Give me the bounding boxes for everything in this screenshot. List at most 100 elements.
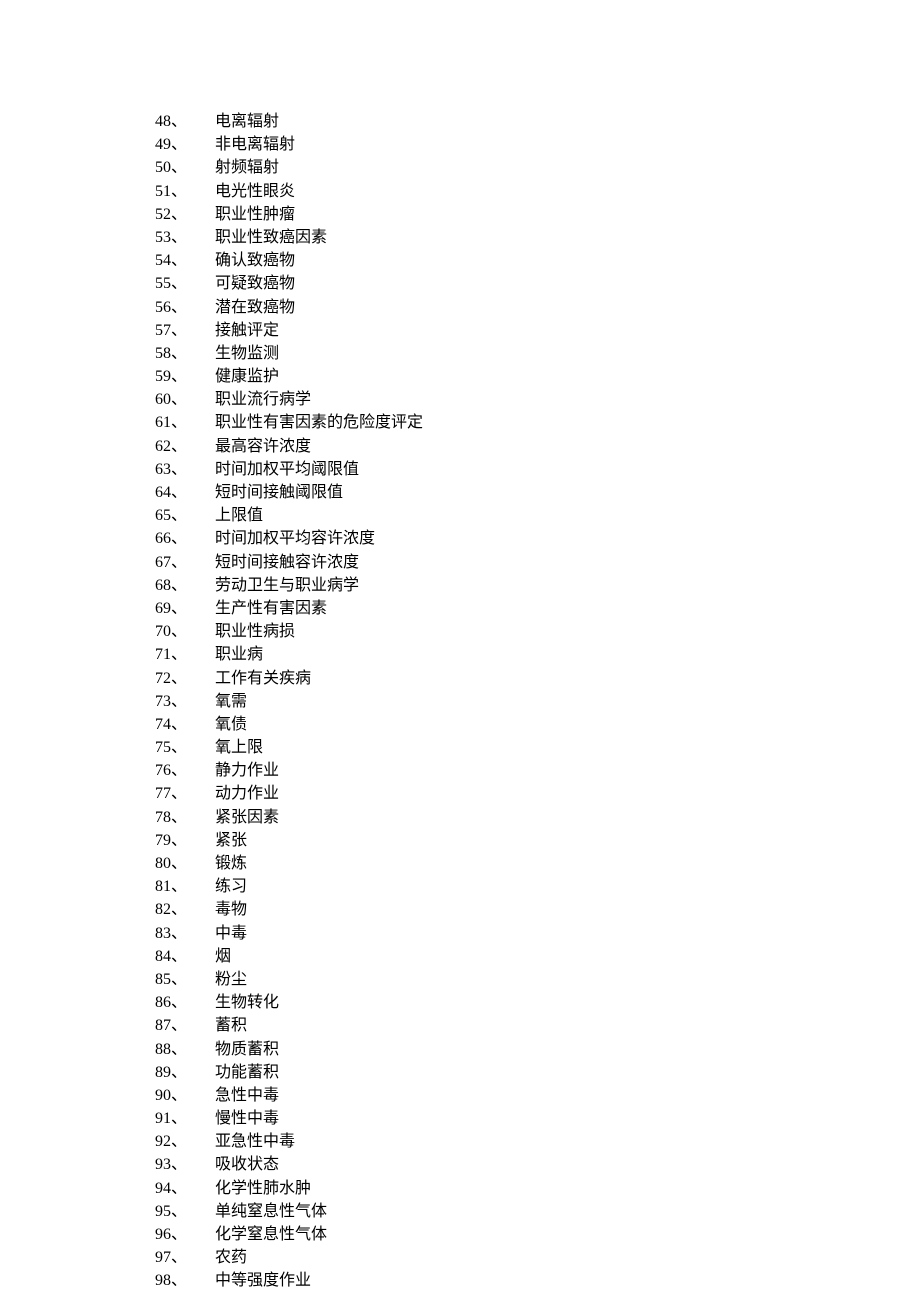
item-number: 89、 xyxy=(155,1061,215,1084)
item-term: 氧上限 xyxy=(215,736,263,759)
list-item: 90、急性中毒 xyxy=(155,1084,920,1107)
item-number: 86、 xyxy=(155,991,215,1014)
item-term: 蓄积 xyxy=(215,1014,247,1037)
list-item: 96、化学窒息性气体 xyxy=(155,1223,920,1246)
item-term: 练习 xyxy=(215,875,247,898)
list-item: 54、确认致癌物 xyxy=(155,249,920,272)
list-item: 88、物质蓄积 xyxy=(155,1038,920,1061)
item-term: 粉尘 xyxy=(215,968,247,991)
item-number: 50、 xyxy=(155,156,215,179)
item-number: 97、 xyxy=(155,1246,215,1269)
list-item: 70、职业性病损 xyxy=(155,620,920,643)
item-term: 紧张因素 xyxy=(215,806,279,829)
item-number: 91、 xyxy=(155,1107,215,1130)
list-item: 49、非电离辐射 xyxy=(155,133,920,156)
item-number: 53、 xyxy=(155,226,215,249)
item-number: 85、 xyxy=(155,968,215,991)
item-term: 潜在致癌物 xyxy=(215,296,295,319)
item-number: 81、 xyxy=(155,875,215,898)
list-item: 66、时间加权平均容许浓度 xyxy=(155,527,920,550)
list-item: 74、氧债 xyxy=(155,713,920,736)
list-item: 78、紧张因素 xyxy=(155,806,920,829)
list-item: 56、潜在致癌物 xyxy=(155,296,920,319)
item-number: 93、 xyxy=(155,1153,215,1176)
list-item: 92、亚急性中毒 xyxy=(155,1130,920,1153)
item-number: 72、 xyxy=(155,667,215,690)
list-item: 83、中毒 xyxy=(155,922,920,945)
item-term: 职业性有害因素的危险度评定 xyxy=(215,411,423,434)
list-item: 76、静力作业 xyxy=(155,759,920,782)
list-item: 73、氧需 xyxy=(155,690,920,713)
item-term: 确认致癌物 xyxy=(215,249,295,272)
item-term: 单纯窒息性气体 xyxy=(215,1200,327,1223)
item-number: 95、 xyxy=(155,1200,215,1223)
list-item: 59、健康监护 xyxy=(155,365,920,388)
list-item: 89、功能蓄积 xyxy=(155,1061,920,1084)
item-number: 65、 xyxy=(155,504,215,527)
list-item: 57、接触评定 xyxy=(155,319,920,342)
list-item: 81、练习 xyxy=(155,875,920,898)
item-term: 氧需 xyxy=(215,690,247,713)
list-item: 52、职业性肿瘤 xyxy=(155,203,920,226)
item-term: 毒物 xyxy=(215,898,247,921)
item-number: 78、 xyxy=(155,806,215,829)
item-term: 中毒 xyxy=(215,922,247,945)
item-term: 职业病 xyxy=(215,643,263,666)
item-number: 60、 xyxy=(155,388,215,411)
item-number: 75、 xyxy=(155,736,215,759)
item-number: 96、 xyxy=(155,1223,215,1246)
list-item: 68、劳动卫生与职业病学 xyxy=(155,574,920,597)
item-term: 生物转化 xyxy=(215,991,279,1014)
list-item: 55、可疑致癌物 xyxy=(155,272,920,295)
list-item: 87、蓄积 xyxy=(155,1014,920,1037)
item-number: 73、 xyxy=(155,690,215,713)
item-number: 54、 xyxy=(155,249,215,272)
item-term: 可疑致癌物 xyxy=(215,272,295,295)
item-term: 接触评定 xyxy=(215,319,279,342)
item-term: 射频辐射 xyxy=(215,156,279,179)
list-item: 94、化学性肺水肿 xyxy=(155,1177,920,1200)
item-term: 化学窒息性气体 xyxy=(215,1223,327,1246)
item-term: 上限值 xyxy=(215,504,263,527)
item-term: 功能蓄积 xyxy=(215,1061,279,1084)
term-list: 48、电离辐射49、非电离辐射50、射频辐射51、电光性眼炎52、职业性肿瘤53… xyxy=(155,110,920,1293)
item-number: 88、 xyxy=(155,1038,215,1061)
item-number: 51、 xyxy=(155,180,215,203)
list-item: 53、职业性致癌因素 xyxy=(155,226,920,249)
item-number: 90、 xyxy=(155,1084,215,1107)
item-term: 时间加权平均容许浓度 xyxy=(215,527,375,550)
list-item: 62、最高容许浓度 xyxy=(155,435,920,458)
item-number: 55、 xyxy=(155,272,215,295)
item-term: 最高容许浓度 xyxy=(215,435,311,458)
item-number: 76、 xyxy=(155,759,215,782)
item-term: 劳动卫生与职业病学 xyxy=(215,574,359,597)
item-term: 吸收状态 xyxy=(215,1153,279,1176)
list-item: 95、单纯窒息性气体 xyxy=(155,1200,920,1223)
item-term: 生物监测 xyxy=(215,342,279,365)
item-number: 67、 xyxy=(155,551,215,574)
item-term: 物质蓄积 xyxy=(215,1038,279,1061)
item-number: 48、 xyxy=(155,110,215,133)
item-term: 农药 xyxy=(215,1246,247,1269)
list-item: 91、慢性中毒 xyxy=(155,1107,920,1130)
item-number: 57、 xyxy=(155,319,215,342)
item-term: 电离辐射 xyxy=(215,110,279,133)
item-term: 电光性眼炎 xyxy=(215,180,295,203)
item-term: 时间加权平均阈限值 xyxy=(215,458,359,481)
list-item: 69、生产性有害因素 xyxy=(155,597,920,620)
item-number: 82、 xyxy=(155,898,215,921)
item-term: 锻炼 xyxy=(215,852,247,875)
list-item: 67、短时间接触容许浓度 xyxy=(155,551,920,574)
item-term: 健康监护 xyxy=(215,365,279,388)
list-item: 71、职业病 xyxy=(155,643,920,666)
item-number: 83、 xyxy=(155,922,215,945)
item-number: 66、 xyxy=(155,527,215,550)
list-item: 65、上限值 xyxy=(155,504,920,527)
item-term: 动力作业 xyxy=(215,782,279,805)
item-number: 59、 xyxy=(155,365,215,388)
item-number: 52、 xyxy=(155,203,215,226)
item-number: 79、 xyxy=(155,829,215,852)
item-number: 80、 xyxy=(155,852,215,875)
item-number: 87、 xyxy=(155,1014,215,1037)
item-number: 92、 xyxy=(155,1130,215,1153)
